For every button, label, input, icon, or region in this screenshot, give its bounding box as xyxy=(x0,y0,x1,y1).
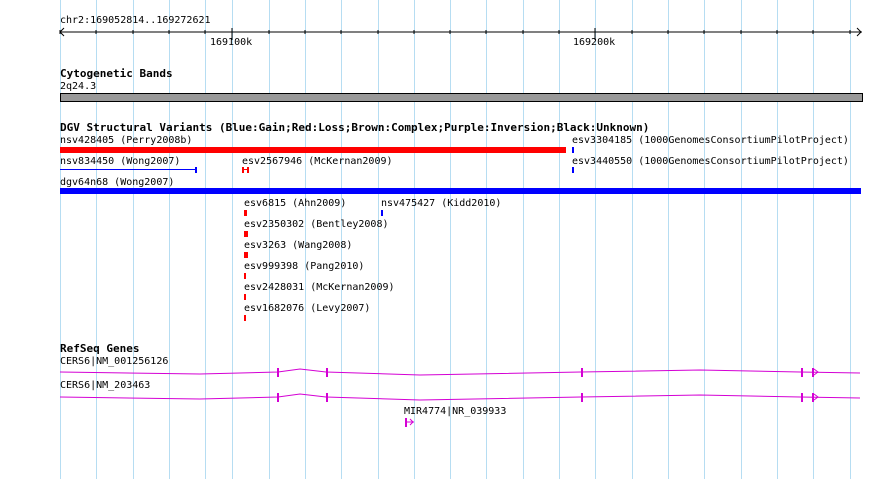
dgv-feature-label: nsv475427 (Kidd2010) xyxy=(381,198,502,209)
ruler-tick-label-169200k: 169200k xyxy=(573,37,616,48)
dgv-feature-label: esv2350302 (Bentley2008) xyxy=(244,219,389,230)
exon xyxy=(277,393,279,402)
exon xyxy=(812,393,814,402)
exon xyxy=(581,393,583,402)
dgv-feature-esv3263[interactable] xyxy=(244,252,248,258)
dgv-feature-nsv834450[interactable] xyxy=(60,169,196,170)
dgv-feature-label: esv6815 (Ahn2009) xyxy=(244,198,347,209)
dgv-feature-esv3440550[interactable] xyxy=(572,167,574,173)
dgv-feature-label: esv2567946 (McKernan2009) xyxy=(242,156,393,167)
dgv-feature-label: nsv428405 (Perry2008b) xyxy=(60,135,193,146)
gene-model-mir4774 xyxy=(405,418,414,427)
cytoband-band[interactable] xyxy=(60,93,863,102)
gene-model-cers6-nm203463 xyxy=(59,393,861,402)
ruler-tick-label-169100k: 169100k xyxy=(210,37,253,48)
dgv-feature-esv2428031[interactable] xyxy=(244,294,246,300)
dgv-feature-label: esv3263 (Wang2008) xyxy=(244,240,353,251)
dgv-feature-label: esv3440550 (1000GenomesConsortiumPilotPr… xyxy=(572,156,849,167)
dgv-feature-esv999398[interactable] xyxy=(244,273,246,279)
dgv-feature-dgv64n68[interactable] xyxy=(60,188,861,194)
refseq-track-title: RefSeq Genes xyxy=(60,342,140,355)
dgv-feature-esv6815[interactable] xyxy=(244,210,247,216)
cytoband-track-title: Cytogenetic Bands xyxy=(60,67,173,80)
intron-line xyxy=(59,368,861,376)
dgv-feature-label: nsv834450 (Wong2007) xyxy=(60,156,181,167)
dgv-feature-esv1682076[interactable] xyxy=(244,315,246,321)
exon xyxy=(801,393,803,402)
intron-line xyxy=(59,393,861,401)
dgv-feature-label: esv2428031 (McKernan2009) xyxy=(244,282,395,293)
exon xyxy=(801,368,803,377)
ruler[interactable] xyxy=(0,24,890,44)
dgv-feature-nsv834450-end[interactable] xyxy=(195,167,197,173)
dgv-feature-esv3304185[interactable] xyxy=(572,147,574,153)
dgv-feature-label: esv999398 (Pang2010) xyxy=(244,261,365,272)
dgv-feature-label: esv3304185 (1000GenomesConsortiumPilotPr… xyxy=(572,135,849,146)
dgv-feature-label: esv1682076 (Levy2007) xyxy=(244,303,371,314)
exon xyxy=(326,393,328,402)
gene-model-cers6-nm001256126 xyxy=(59,368,861,377)
refseq-gene-models[interactable] xyxy=(0,360,890,430)
exon xyxy=(277,368,279,377)
exon xyxy=(812,368,814,377)
dgv-feature-label: dgv64n68 (Wong2007) xyxy=(60,177,175,188)
exon xyxy=(326,368,328,377)
dgv-feature-nsv475427[interactable] xyxy=(381,210,383,216)
dgv-feature-nsv428405[interactable] xyxy=(60,147,566,153)
cytoband-label: 2q24.3 xyxy=(60,81,97,92)
exon xyxy=(581,368,583,377)
dgv-feature-esv2567946[interactable] xyxy=(242,167,250,174)
dgv-track-title: DGV Structural Variants (Blue:Gain;Red:L… xyxy=(60,121,650,134)
dgv-feature-esv2350302[interactable] xyxy=(244,231,248,237)
